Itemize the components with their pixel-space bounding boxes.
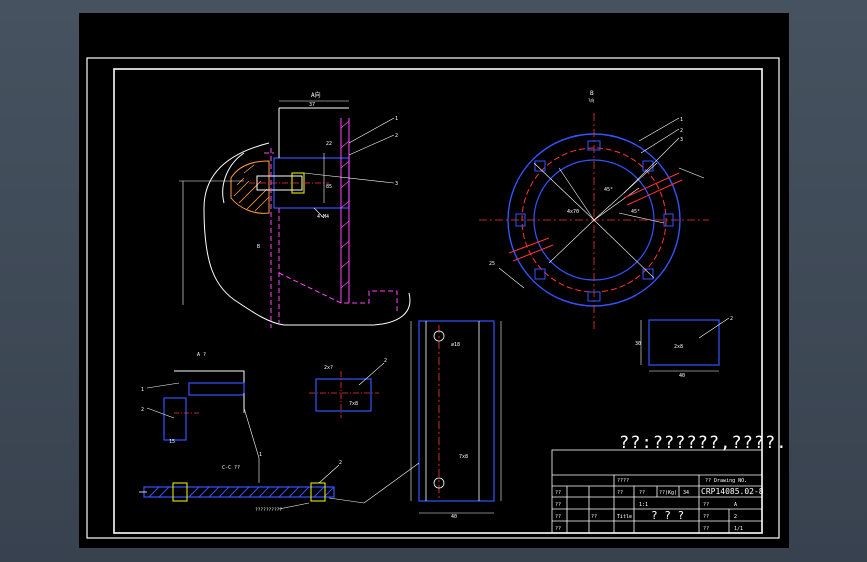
leader-flange-1: 1 (680, 117, 683, 123)
tb-check: ?? (555, 502, 561, 508)
tb-t2: ?? (703, 502, 709, 508)
square-detail: 7x8 2x? 2 (309, 358, 387, 418)
leader-2: 2 (395, 133, 398, 139)
tb-sheets: 1/1 (734, 526, 743, 532)
tb-process: ?? (555, 514, 561, 520)
tb-title-label: Title (617, 514, 632, 520)
dim-cc-note: ?????????? (255, 507, 282, 513)
dim-2x: 2x? (324, 365, 333, 371)
view-aa: A ? 15 1 2 (141, 352, 245, 445)
dim-block-inner: 2x8 (674, 344, 683, 350)
leader-aa-2: 2 (141, 407, 144, 413)
dim-aa-15: 15 (169, 439, 175, 445)
drawing-border-outer (86, 57, 780, 539)
tb-title: ? ? ? (651, 509, 684, 522)
tb-design: ?? (555, 490, 561, 496)
dim-angle-1: 45° (604, 187, 613, 193)
tb-weight: ??(Kg) (659, 490, 677, 496)
dim-plate-inner: 7x8 (459, 454, 468, 460)
tb-rev: A (734, 502, 737, 508)
leader-1: 1 (395, 116, 398, 122)
tb-sheet: 2 (734, 514, 737, 520)
main-view: A向 37 22 85 B 4-M4 1 2 3 (179, 91, 411, 328)
block-view: 2x8 40 30 2 (635, 316, 733, 379)
dim-37: 37 (309, 102, 315, 108)
section-cc: C-C ?? ?????????? 1 2 (139, 407, 420, 513)
tb-approve: ?? (555, 526, 561, 532)
dim-22: 22 (326, 141, 332, 147)
section-b-label: B (257, 244, 260, 250)
dim-4x70: 4x70 (567, 209, 579, 215)
leader-flange-2: 2 (680, 128, 683, 134)
leader-block: 2 (730, 316, 733, 322)
tb-t3: ?? (703, 514, 709, 520)
technical-note: ??:??????,????. (619, 433, 788, 453)
cad-drawing: A向 37 22 85 B 4-M4 1 2 3 B ?向 45° 4x70 1… (86, 57, 780, 539)
dim-hole: ∅18 (451, 342, 460, 348)
view-b-sub: ?向 (588, 97, 594, 103)
tb-mark: ?? (639, 490, 645, 496)
dim-plate-width: 40 (451, 514, 457, 520)
dim-block-width: 40 (679, 373, 685, 379)
leader-aa-1: 1 (141, 387, 144, 393)
leader-cc-1: 1 (259, 452, 262, 458)
tb-date: ?? (591, 514, 597, 520)
drawing-border-inner (113, 68, 763, 534)
view-b-label: B (590, 90, 594, 97)
tb-scale-value: 1:1 (639, 502, 648, 508)
leader-3: 3 (395, 181, 398, 187)
leader-flange-3: 3 (680, 137, 683, 143)
view-aa-label: A ? (197, 352, 206, 358)
plate-view: ∅18 7x8 40 (410, 320, 502, 520)
tb-cell-1: ???? (617, 478, 629, 484)
tb-count: 34 (683, 490, 689, 496)
leader-cc-2: 2 (339, 460, 342, 466)
dim-85: 85 (326, 184, 332, 190)
drawing-no-label: ?? Drawing NO. (705, 478, 747, 484)
cad-viewport[interactable]: A向 37 22 85 B 4-M4 1 2 3 B ?向 45° 4x70 1… (79, 13, 789, 548)
flange-view: B ?向 45° 4x70 1 2 3 45° 25 (479, 90, 709, 331)
dim-m4: 4-M4 (317, 214, 329, 220)
drawing-no: CRP14085.02-8 (701, 487, 764, 496)
leader-square: 2 (384, 358, 387, 364)
view-a-label: A向 (311, 91, 321, 99)
section-cc-label: C-C ?? (222, 465, 240, 471)
dim-square: 7x8 (349, 401, 358, 407)
dim-angle-2: 45° (631, 209, 640, 215)
dim-block-height: 30 (635, 341, 641, 347)
dim-25: 25 (489, 261, 495, 267)
tb-scale-label: ?? (617, 490, 623, 496)
tb-weight-label: ?? (703, 526, 709, 532)
